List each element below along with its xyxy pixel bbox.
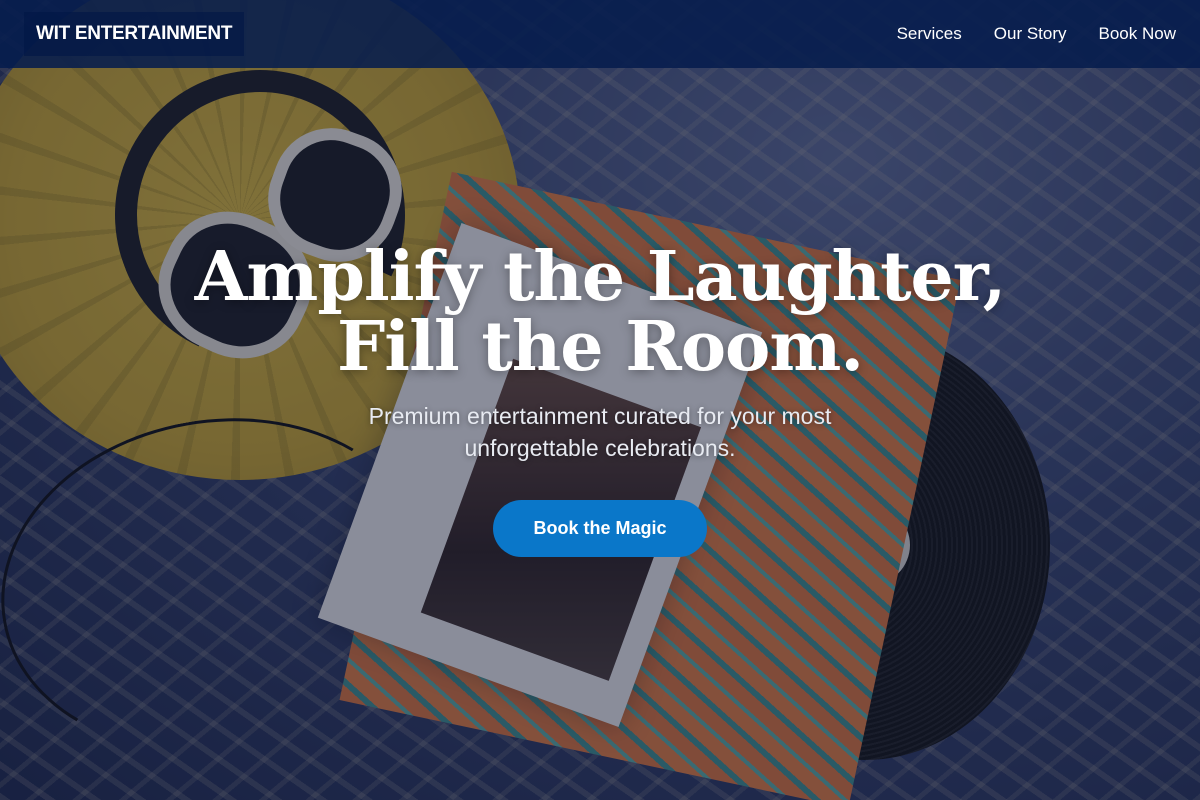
nav-link-services[interactable]: Services xyxy=(897,24,962,44)
hero-content: Amplify the Laughter, Fill the Room. Pre… xyxy=(0,242,1200,557)
book-the-magic-button[interactable]: Book the Magic xyxy=(493,500,707,557)
hero-title: Amplify the Laughter, Fill the Room. xyxy=(0,242,1200,382)
hero-title-line2: Fill the Room. xyxy=(336,307,864,387)
hero-section: Amplify the Laughter, Fill the Room. Pre… xyxy=(0,0,1200,800)
brand-logo[interactable]: WIT ENTERTAINMENT xyxy=(24,12,245,56)
hero-title-line1: Amplify the Laughter, xyxy=(194,237,1007,317)
hero-subtitle: Premium entertainment curated for your m… xyxy=(368,403,832,461)
nav-link-our-story[interactable]: Our Story xyxy=(994,24,1067,44)
nav-links: Services Our Story Book Now xyxy=(897,24,1176,44)
nav-link-book-now[interactable]: Book Now xyxy=(1099,24,1176,44)
top-navbar: WIT ENTERTAINMENT Services Our Story Boo… xyxy=(0,0,1200,68)
